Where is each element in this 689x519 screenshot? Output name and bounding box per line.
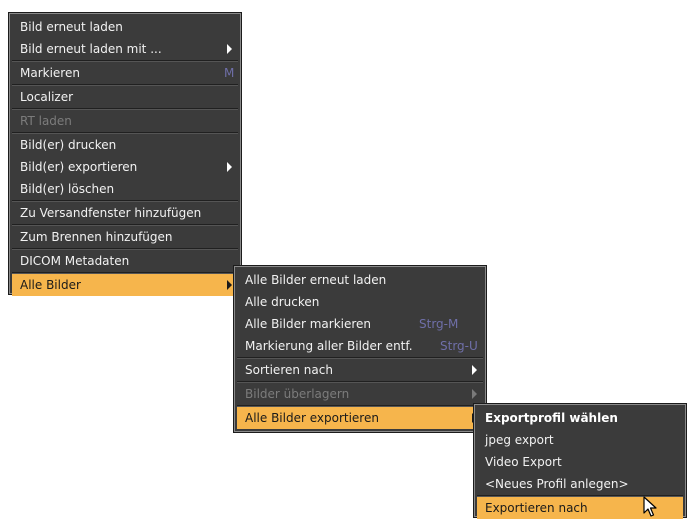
menu-item-label: Alle drucken [245,295,320,309]
menu-item-all-images[interactable]: Alle Bilder [12,274,238,296]
menu-item-label: Bild(er) drucken [20,138,117,152]
menu-item-reload-image[interactable]: Bild erneut laden [12,16,238,38]
menu-item-label: Alle Bilder exportieren [245,411,379,425]
mouse-pointer-icon [643,496,657,517]
menu-item-export-all-images[interactable]: Alle Bilder exportieren [237,407,483,429]
menu-item-delete-images[interactable]: Bild(er) löschen [12,178,238,200]
menu-item-label: Bild erneut laden mit ... [20,42,162,56]
menu-item-label: RT laden [20,114,72,128]
menu-item-label: Markierung aller Bilder entf. [245,339,413,353]
submenu-arrow-icon [472,389,477,399]
menu-item-label: Bild(er) löschen [20,182,115,196]
submenu-arrow-icon [227,162,232,172]
menu-item-label: Exportieren nach [485,501,588,515]
menu-item-rt-load: RT laden [12,110,238,132]
menu-item-localizer[interactable]: Localizer [12,86,238,108]
menu-item-reload-image-with[interactable]: Bild erneut laden mit ... [12,38,238,60]
menu-item-label: Video Export [485,455,562,469]
menu-item-new-profile[interactable]: <Neues Profil anlegen> [477,473,683,495]
menu-item-shortcut: Strg-U [440,339,478,353]
menu-item-add-to-send-window[interactable]: Zu Versandfenster hinzufügen [12,202,238,224]
menu-item-add-to-burn[interactable]: Zum Brennen hinzufügen [12,226,238,248]
menu-item-overlay-images: Bilder überlagern [237,383,483,405]
menu-item-label: Alle Bilder [20,278,81,292]
menu-item-label: Bild(er) exportieren [20,160,138,174]
menu-item-jpeg-export[interactable]: jpeg export [477,429,683,451]
menu-item-label: DICOM Metadaten [20,254,130,268]
submenu-arrow-icon [227,44,232,54]
menu-item-label: Alle Bilder erneut laden [245,273,387,287]
menu-item-label: Sortieren nach [245,363,333,377]
submenu-all-images: Alle Bilder erneut laden Alle drucken Al… [234,266,486,432]
menu-item-reload-all-images[interactable]: Alle Bilder erneut laden [237,269,483,291]
menu-item-print-all[interactable]: Alle drucken [237,291,483,313]
menu-item-unmark-all-images[interactable]: Markierung aller Bilder entf. Strg-U [237,335,483,357]
menu-item-mark[interactable]: Markieren M [12,62,238,84]
menu-item-label: Bilder überlagern [245,387,350,401]
submenu-header: Exportprofil wählen [485,411,618,425]
menu-item-sort-by[interactable]: Sortieren nach [237,359,483,381]
menu-item-label: jpeg export [485,433,554,447]
menu-item-dicom-metadata[interactable]: DICOM Metadaten [12,250,238,272]
menu-item-label: Markieren [20,66,80,80]
menu-item-print-images[interactable]: Bild(er) drucken [12,134,238,156]
menu-item-label: Bild erneut laden [20,20,123,34]
menu-item-label: <Neues Profil anlegen> [485,477,629,491]
menu-item-label: Zum Brennen hinzufügen [20,230,173,244]
menu-item-shortcut: Strg-M [419,317,459,331]
menu-item-label: Alle Bilder markieren [245,317,372,331]
menu-item-label: Zu Versandfenster hinzufügen [20,206,202,220]
menu-item-label: Localizer [20,90,74,104]
menu-item-shortcut: M [224,66,235,80]
submenu-arrow-icon [472,365,477,375]
menu-item-export-images[interactable]: Bild(er) exportieren [12,156,238,178]
menu-item-mark-all-images[interactable]: Alle Bilder markieren Strg-M [237,313,483,335]
context-menu-main: Bild erneut laden Bild erneut laden mit … [9,13,241,296]
menu-item-video-export[interactable]: Video Export [477,451,683,473]
submenu-arrow-icon [227,280,232,290]
